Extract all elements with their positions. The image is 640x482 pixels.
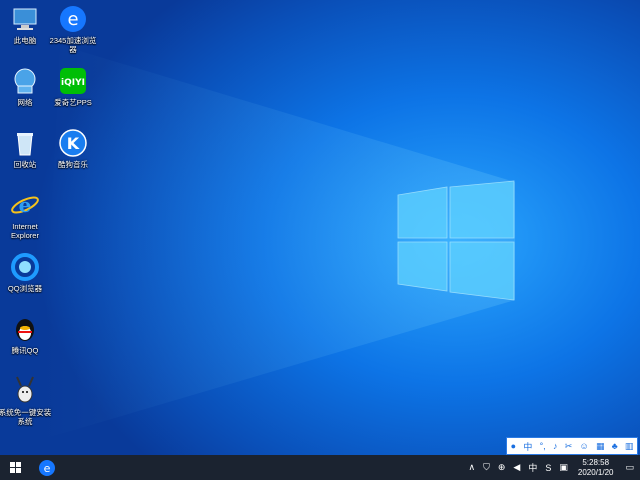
kugou-icon: K (58, 128, 88, 158)
icon-label: 系统免一键安装系统 (0, 408, 52, 426)
icon-label: 腾讯QQ (11, 346, 39, 355)
recycle-bin-icon (10, 128, 40, 158)
desktop-icon-tencent-qq[interactable]: 腾讯QQ (0, 314, 52, 355)
desktop-icon-this-pc[interactable]: 此电脑 (0, 4, 52, 45)
network-tray-icon[interactable]: ⊕ (498, 462, 506, 473)
icon-label: 网络 (17, 98, 33, 107)
desktop-icon-internet-explorer[interactable]: e Internet Explorer (0, 190, 52, 240)
windows-start-icon (10, 462, 21, 473)
chevron-up-icon[interactable]: ∧ (469, 462, 476, 473)
start-button[interactable] (4, 458, 26, 477)
browser-2345-icon: e (58, 4, 88, 34)
svg-text:e: e (19, 193, 32, 217)
ime-emoji-icon[interactable]: ☺ (579, 441, 588, 451)
network-icon (10, 66, 40, 96)
icon-label: 2345加速浏览器 (49, 36, 97, 54)
desktop-icon-qq-browser[interactable]: QQ浏览器 (0, 252, 52, 293)
qq-browser-icon (10, 252, 40, 282)
desktop-icon-network[interactable]: 网络 (0, 66, 52, 107)
sogou-tray-icon[interactable]: S (545, 463, 551, 473)
clock-time: 5:28:58 (582, 457, 610, 467)
svg-text:e: e (67, 9, 78, 30)
installer-icon (10, 376, 40, 406)
clock[interactable]: 5:28:58 2020/1/20 (578, 458, 614, 478)
ime-voice-icon[interactable]: ♪ (553, 441, 558, 451)
icon-label: 爱奇艺PPS (54, 98, 92, 107)
user-tray-icon[interactable]: ▣ (559, 462, 568, 473)
taskbar-browser-button[interactable]: e (36, 458, 58, 477)
ime-scissors-icon[interactable]: ✂ (565, 441, 573, 452)
ime-user-icon[interactable]: ● (511, 441, 516, 451)
icon-label: 酷狗音乐 (58, 160, 88, 169)
notification-icon[interactable]: ▭ (625, 462, 634, 473)
desktop-icon-recycle-bin[interactable]: 回收站 (0, 128, 52, 169)
icon-label: 回收站 (13, 160, 37, 169)
ime-skin-icon[interactable]: ♣ (612, 441, 618, 451)
ime-punct-label[interactable]: °, (540, 441, 546, 451)
ime-lang-label[interactable]: 中 (523, 440, 532, 453)
icon-label: Internet Explorer (11, 222, 39, 240)
browser-icon: e (39, 460, 55, 476)
svg-text:e: e (44, 462, 51, 475)
ime-indicator[interactable]: 中 (528, 461, 537, 474)
ie-icon: e (10, 190, 40, 220)
shield-icon[interactable]: ⛉ (483, 462, 490, 473)
svg-text:K: K (67, 134, 80, 153)
iqiyi-icon: iQIYI (58, 66, 88, 96)
icon-label: 此电脑 (13, 36, 37, 45)
desktop-icon-iqiyi[interactable]: iQIYI 爱奇艺PPS (46, 66, 100, 107)
ime-keyboard-icon[interactable]: ▦ (596, 441, 605, 452)
system-tray: ∧ ⛉ ⊕ ◀ 中 S ▣ 5:28:58 2020/1/20 ▭ (465, 455, 640, 480)
clock-date: 2020/1/20 (577, 467, 614, 477)
qq-icon (10, 314, 40, 344)
svg-text:iQIYI: iQIYI (61, 78, 85, 88)
volume-icon[interactable]: ◀ (513, 462, 520, 473)
ime-toolbar[interactable]: ● 中 °, ♪ ✂ ☺ ▦ ♣ ▥ (506, 437, 638, 455)
ime-grid-icon[interactable]: ▥ (625, 441, 634, 452)
taskbar: e ∧ ⛉ ⊕ ◀ 中 S ▣ 5:28:58 2020/1/20 ▭ (0, 455, 640, 480)
computer-icon (10, 4, 40, 34)
desktop: 此电脑 e 2345加速浏览器 网络 iQIYI 爱奇艺PPS 回收站 K 酷狗… (0, 0, 640, 455)
desktop-icon-installer[interactable]: 系统免一键安装系统 (0, 376, 52, 426)
desktop-icon-kugou[interactable]: K 酷狗音乐 (46, 128, 100, 169)
desktop-icon-2345-browser[interactable]: e 2345加速浏览器 (46, 4, 100, 54)
icon-label: QQ浏览器 (7, 284, 43, 293)
